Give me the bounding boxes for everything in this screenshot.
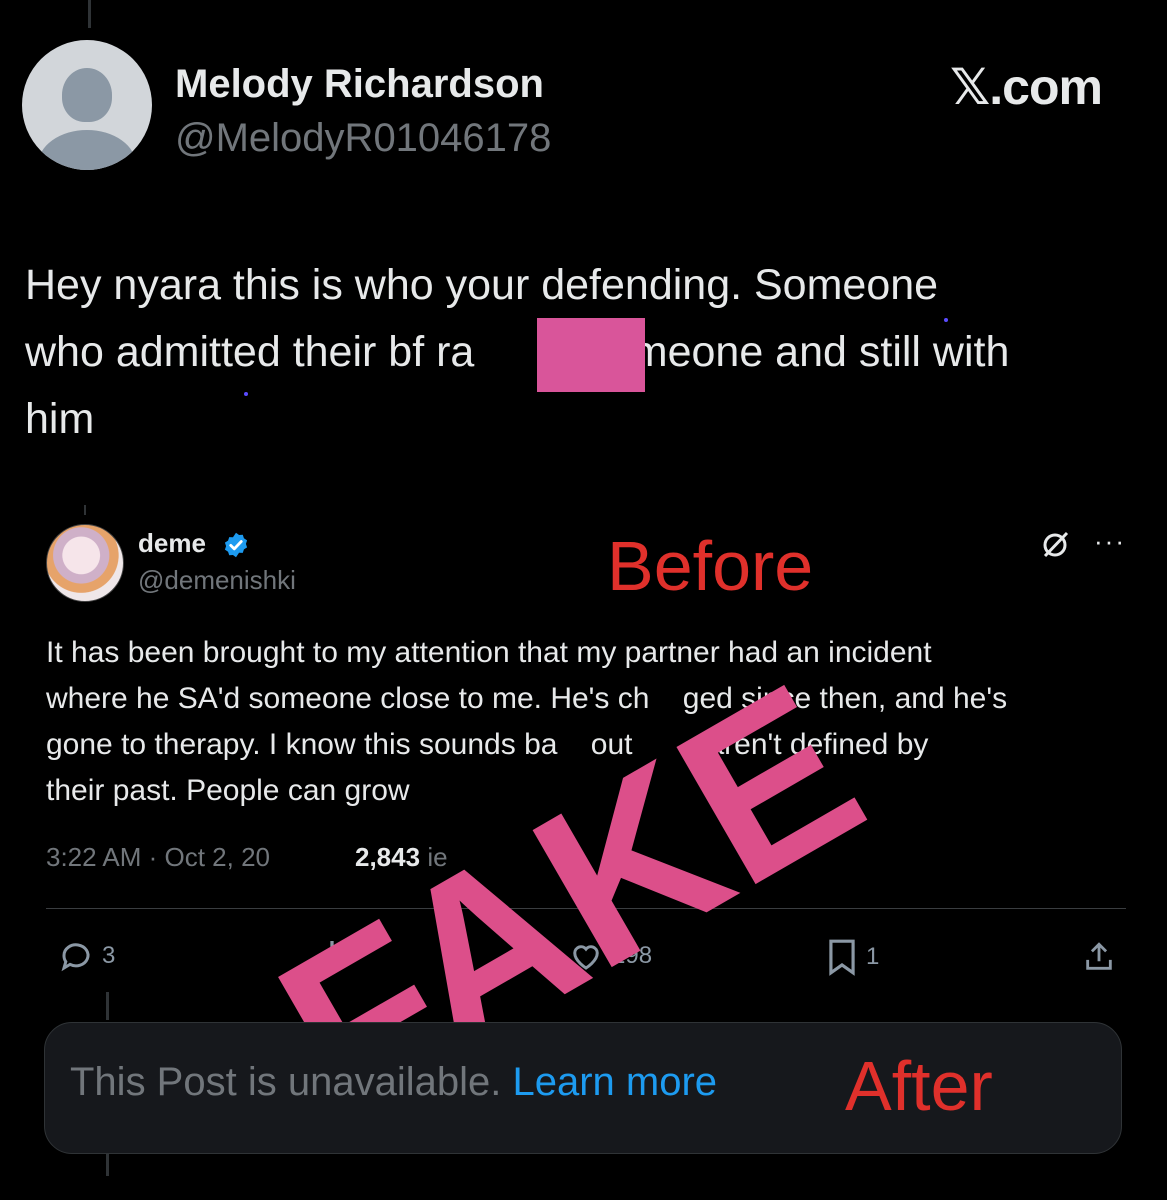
stray-dot <box>244 392 248 396</box>
unavailable-text: This Post is unavailable. <box>70 1060 502 1104</box>
share-button[interactable] <box>1082 938 1116 976</box>
author-name[interactable]: Melody Richardson <box>175 62 544 107</box>
post-text-line-3: him <box>25 395 95 443</box>
thread-line-bottom <box>106 1154 109 1176</box>
quoted-timestamp[interactable]: 3:22 AM · Oct 2, 20 <box>46 842 270 873</box>
quoted-text-line-2: where he SA'd someone close to me. He's … <box>46 682 1008 715</box>
reply-icon <box>61 943 90 972</box>
bookmark-icon <box>829 939 855 976</box>
avatar-shoulders-shape <box>38 130 136 170</box>
thread-line-mid <box>84 505 86 515</box>
post-text-line-2b: someone and still with <box>586 328 1010 376</box>
verified-badge-icon <box>224 532 248 558</box>
bookmark-button[interactable]: 1 <box>826 938 879 976</box>
quoted-author-handle[interactable]: @demenishki <box>138 565 296 596</box>
bookmark-count: 1 <box>866 943 880 970</box>
author-handle[interactable]: @MelodyR01046178 <box>175 116 551 161</box>
learn-more-link[interactable]: Learn more <box>512 1060 717 1104</box>
avatar-head-shape <box>62 68 112 122</box>
thread-line-low <box>106 992 109 1020</box>
share-icon <box>1086 942 1112 970</box>
quoted-text-line-1: It has been brought to my attention that… <box>46 636 932 669</box>
quoted-avatar[interactable] <box>46 524 124 602</box>
unavailable-message: This Post is unavailable. Learn more <box>70 1060 717 1105</box>
before-annotation: Before <box>607 527 814 605</box>
post-text-line-1: Hey nyara this is who your defending. So… <box>25 261 939 309</box>
more-options-icon[interactable]: ··· <box>1094 526 1126 557</box>
grok-icon[interactable] <box>1040 530 1070 560</box>
quoted-author-name[interactable]: deme <box>138 528 206 559</box>
thread-line-top <box>88 0 91 28</box>
reply-button[interactable]: 3 <box>58 938 115 974</box>
post-text-line-2a: who admitted their bf ra <box>25 328 475 376</box>
x-logo-brand: 𝕏.com <box>950 59 1103 115</box>
avatar[interactable] <box>22 40 152 170</box>
stray-dot <box>944 318 948 322</box>
redaction-box <box>537 318 645 392</box>
reply-count: 3 <box>102 942 116 969</box>
after-annotation: After <box>845 1047 993 1125</box>
